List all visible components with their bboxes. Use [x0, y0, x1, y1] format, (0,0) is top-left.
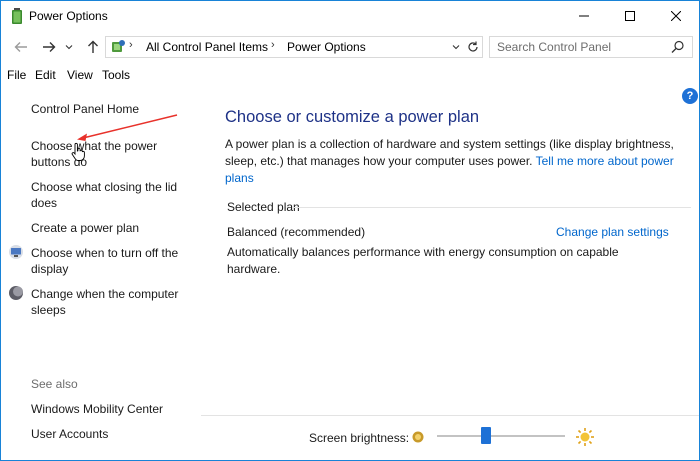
- change-plan-settings-link[interactable]: Change plan settings: [556, 225, 669, 239]
- screen-brightness-label: Screen brightness:: [309, 431, 410, 445]
- menu-bar: File Edit View Tools: [1, 65, 699, 85]
- page-title: Choose or customize a power plan: [225, 108, 480, 126]
- sidebar-item-create-plan[interactable]: Create a power plan: [31, 220, 139, 236]
- maximize-icon: [625, 11, 635, 21]
- breadcrumb-power-options[interactable]: Power Options: [287, 40, 366, 54]
- divider: [293, 207, 691, 208]
- menu-view[interactable]: View: [67, 68, 93, 82]
- windows-mobility-center-link[interactable]: Windows Mobility Center: [31, 401, 163, 417]
- breadcrumb-separator-icon: ›: [129, 39, 133, 51]
- sidebar-item-label: Choose when to turn off the: [31, 246, 179, 260]
- sidebar-item-label: Create a power plan: [31, 221, 140, 235]
- sidebar-item-label: does: [31, 196, 58, 210]
- brightness-slider[interactable]: [437, 435, 565, 437]
- arrow-right-icon: [43, 42, 56, 52]
- up-button[interactable]: [83, 37, 103, 57]
- user-accounts-link[interactable]: User Accounts: [31, 426, 108, 442]
- sidebar-item-turn-off-display[interactable]: Choose when to turn off the display: [31, 245, 178, 277]
- close-icon: [671, 11, 681, 21]
- sidebar-item-closing-lid[interactable]: Choose what closing the lid does: [31, 179, 177, 211]
- back-button[interactable]: [11, 37, 31, 57]
- chevron-down-icon: [65, 45, 73, 50]
- sidebar-item-power-buttons[interactable]: Choose what the power buttons do: [31, 138, 157, 170]
- sidebar-item-label: Choose what the power: [31, 139, 158, 153]
- divider: [201, 415, 699, 416]
- control-panel-icon: [112, 40, 125, 52]
- search-icon[interactable]: [671, 40, 685, 54]
- brightness-high-icon: [576, 428, 594, 446]
- arrow-up-icon: [88, 40, 98, 53]
- breadcrumb-separator-icon: ›: [271, 39, 275, 51]
- menu-edit[interactable]: Edit: [35, 68, 56, 82]
- title-bar[interactable]: Power Options: [1, 1, 699, 31]
- search-input[interactable]: Search Control Panel: [489, 36, 693, 58]
- minimize-icon: [579, 15, 589, 17]
- forward-button[interactable]: [39, 37, 59, 57]
- plan-name: Balanced (recommended): [227, 225, 366, 239]
- selected-plan-label: Selected plan: [227, 200, 300, 214]
- sidebar-item-label: buttons do: [31, 155, 88, 169]
- menu-file[interactable]: File: [7, 68, 26, 82]
- power-options-window: Power Options › All Control Panel Items …: [0, 0, 700, 461]
- arrow-left-icon: [14, 42, 27, 52]
- control-panel-home-link[interactable]: Control Panel Home: [31, 101, 139, 117]
- close-button[interactable]: [653, 1, 699, 31]
- recent-locations-button[interactable]: [63, 37, 75, 57]
- description-text: sleep, etc.) that manages how your compu…: [225, 154, 533, 168]
- address-bar[interactable]: › All Control Panel Items › Power Option…: [105, 36, 483, 58]
- window-title: Power Options: [29, 9, 108, 23]
- breadcrumb-all-control-panel-items[interactable]: All Control Panel Items: [146, 40, 268, 54]
- description-text: A power plan is a collection of hardware…: [225, 137, 674, 151]
- power-options-battery-icon: [12, 8, 22, 24]
- sidebar-item-label: display: [31, 262, 69, 276]
- sidebar-item-label: Choose what closing the lid: [31, 180, 178, 194]
- menu-tools[interactable]: Tools: [102, 68, 130, 82]
- brightness-slider-thumb[interactable]: [480, 427, 491, 444]
- brightness-low-icon: [412, 431, 424, 443]
- refresh-icon[interactable]: [466, 39, 480, 55]
- search-placeholder: Search Control Panel: [497, 40, 612, 54]
- monitor-icon: [9, 245, 23, 259]
- navigation-bar: › All Control Panel Items › Power Option…: [1, 34, 699, 62]
- sidebar-item-label: Change when the computer: [31, 287, 179, 301]
- minimize-button[interactable]: [561, 1, 607, 31]
- page-description: A power plan is a collection of hardware…: [225, 136, 685, 187]
- sidebar-item-label: sleeps: [31, 303, 66, 317]
- see-also-heading: See also: [31, 377, 78, 391]
- hand-cursor-icon: [71, 142, 85, 161]
- sidebar-item-computer-sleeps[interactable]: Change when the computer sleeps: [31, 286, 178, 318]
- address-dropdown-icon[interactable]: [450, 40, 462, 54]
- moon-icon: [9, 286, 23, 300]
- help-icon[interactable]: ?: [682, 88, 698, 104]
- plan-description: Automatically balances performance with …: [227, 245, 619, 276]
- maximize-button[interactable]: [607, 1, 653, 31]
